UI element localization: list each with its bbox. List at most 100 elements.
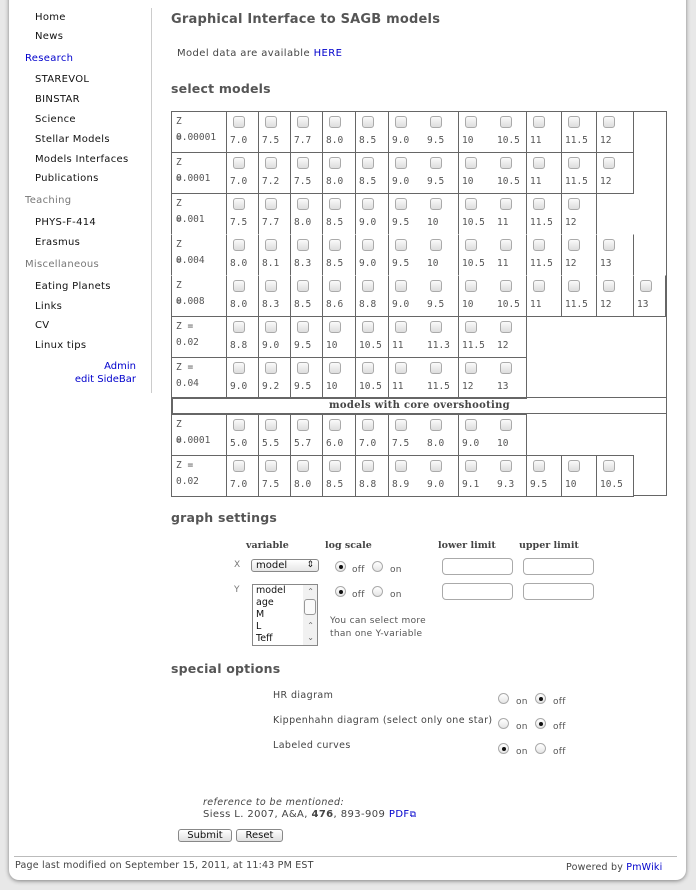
- model-checkbox[interactable]: [297, 321, 309, 333]
- model-checkbox[interactable]: [329, 116, 341, 128]
- model-checkbox[interactable]: [430, 460, 442, 472]
- model-checkbox[interactable]: [233, 280, 245, 292]
- model-checkbox[interactable]: [362, 419, 374, 431]
- model-checkbox[interactable]: [533, 157, 545, 169]
- model-checkbox[interactable]: [568, 460, 580, 472]
- model-checkbox[interactable]: [329, 362, 341, 374]
- model-checkbox[interactable]: [533, 460, 545, 472]
- model-checkbox[interactable]: [297, 116, 309, 128]
- model-checkbox[interactable]: [265, 419, 277, 431]
- model-checkbox[interactable]: [465, 321, 477, 333]
- model-checkbox[interactable]: [395, 157, 407, 169]
- model-checkbox[interactable]: [395, 460, 407, 472]
- model-checkbox[interactable]: [233, 460, 245, 472]
- model-checkbox[interactable]: [430, 157, 442, 169]
- model-checkbox[interactable]: [265, 321, 277, 333]
- model-checkbox[interactable]: [500, 239, 512, 251]
- model-checkbox[interactable]: [362, 198, 374, 210]
- model-checkbox[interactable]: [430, 280, 442, 292]
- special-option-on-radio[interactable]: [498, 693, 509, 704]
- model-checkbox[interactable]: [500, 362, 512, 374]
- model-checkbox[interactable]: [297, 419, 309, 431]
- model-checkbox[interactable]: [362, 460, 374, 472]
- model-checkbox[interactable]: [395, 362, 407, 374]
- model-checkbox[interactable]: [533, 280, 545, 292]
- model-checkbox[interactable]: [500, 157, 512, 169]
- x-log-on-radio[interactable]: [372, 561, 383, 572]
- model-checkbox[interactable]: [362, 362, 374, 374]
- special-option-on-radio[interactable]: [498, 743, 509, 754]
- model-checkbox[interactable]: [329, 419, 341, 431]
- model-checkbox[interactable]: [265, 460, 277, 472]
- model-checkbox[interactable]: [500, 198, 512, 210]
- model-checkbox[interactable]: [329, 321, 341, 333]
- model-checkbox[interactable]: [329, 198, 341, 210]
- model-checkbox[interactable]: [265, 280, 277, 292]
- model-checkbox[interactable]: [265, 157, 277, 169]
- scroll-down-icon[interactable]: ⌄: [307, 633, 314, 642]
- model-checkbox[interactable]: [430, 116, 442, 128]
- model-checkbox[interactable]: [533, 198, 545, 210]
- model-checkbox[interactable]: [640, 280, 652, 292]
- model-checkbox[interactable]: [430, 419, 442, 431]
- model-checkbox[interactable]: [233, 116, 245, 128]
- model-checkbox[interactable]: [233, 157, 245, 169]
- model-checkbox[interactable]: [297, 280, 309, 292]
- scroll-up-icon[interactable]: ⌃: [307, 587, 314, 596]
- model-checkbox[interactable]: [362, 239, 374, 251]
- model-checkbox[interactable]: [395, 239, 407, 251]
- y-upper-limit-input[interactable]: [523, 583, 594, 600]
- model-checkbox[interactable]: [329, 239, 341, 251]
- model-checkbox[interactable]: [362, 280, 374, 292]
- model-checkbox[interactable]: [395, 419, 407, 431]
- scroll-thumb[interactable]: [304, 599, 316, 615]
- model-checkbox[interactable]: [533, 239, 545, 251]
- model-checkbox[interactable]: [465, 362, 477, 374]
- model-checkbox[interactable]: [297, 362, 309, 374]
- model-checkbox[interactable]: [265, 362, 277, 374]
- model-checkbox[interactable]: [568, 198, 580, 210]
- x-upper-limit-input[interactable]: [523, 558, 594, 575]
- model-checkbox[interactable]: [603, 239, 615, 251]
- model-checkbox[interactable]: [465, 157, 477, 169]
- model-checkbox[interactable]: [233, 362, 245, 374]
- model-checkbox[interactable]: [329, 460, 341, 472]
- model-checkbox[interactable]: [362, 321, 374, 333]
- model-checkbox[interactable]: [603, 116, 615, 128]
- model-checkbox[interactable]: [362, 116, 374, 128]
- model-checkbox[interactable]: [465, 116, 477, 128]
- model-checkbox[interactable]: [465, 239, 477, 251]
- model-checkbox[interactable]: [568, 280, 580, 292]
- model-checkbox[interactable]: [395, 116, 407, 128]
- model-checkbox[interactable]: [430, 239, 442, 251]
- model-checkbox[interactable]: [500, 280, 512, 292]
- model-checkbox[interactable]: [297, 157, 309, 169]
- model-checkbox[interactable]: [500, 321, 512, 333]
- model-checkbox[interactable]: [265, 198, 277, 210]
- x-variable-select[interactable]: model ⇕: [251, 559, 319, 572]
- model-checkbox[interactable]: [603, 460, 615, 472]
- model-checkbox[interactable]: [430, 362, 442, 374]
- model-checkbox[interactable]: [329, 157, 341, 169]
- special-option-off-radio[interactable]: [535, 693, 546, 704]
- model-checkbox[interactable]: [430, 321, 442, 333]
- model-checkbox[interactable]: [465, 419, 477, 431]
- model-checkbox[interactable]: [500, 419, 512, 431]
- submit-button[interactable]: Submit: [178, 829, 232, 842]
- scroll-up-icon-2[interactable]: ⌃: [307, 621, 314, 630]
- model-checkbox[interactable]: [233, 198, 245, 210]
- model-checkbox[interactable]: [329, 280, 341, 292]
- model-checkbox[interactable]: [465, 198, 477, 210]
- model-checkbox[interactable]: [233, 321, 245, 333]
- model-checkbox[interactable]: [297, 460, 309, 472]
- model-checkbox[interactable]: [395, 280, 407, 292]
- model-checkbox[interactable]: [297, 198, 309, 210]
- model-data-here-link[interactable]: HERE: [314, 48, 343, 59]
- x-lower-limit-input[interactable]: [442, 558, 513, 575]
- y-log-on-radio[interactable]: [372, 586, 383, 597]
- special-option-off-radio[interactable]: [535, 718, 546, 729]
- model-checkbox[interactable]: [265, 239, 277, 251]
- model-checkbox[interactable]: [233, 419, 245, 431]
- model-checkbox[interactable]: [500, 460, 512, 472]
- y-log-off-radio[interactable]: [335, 586, 346, 597]
